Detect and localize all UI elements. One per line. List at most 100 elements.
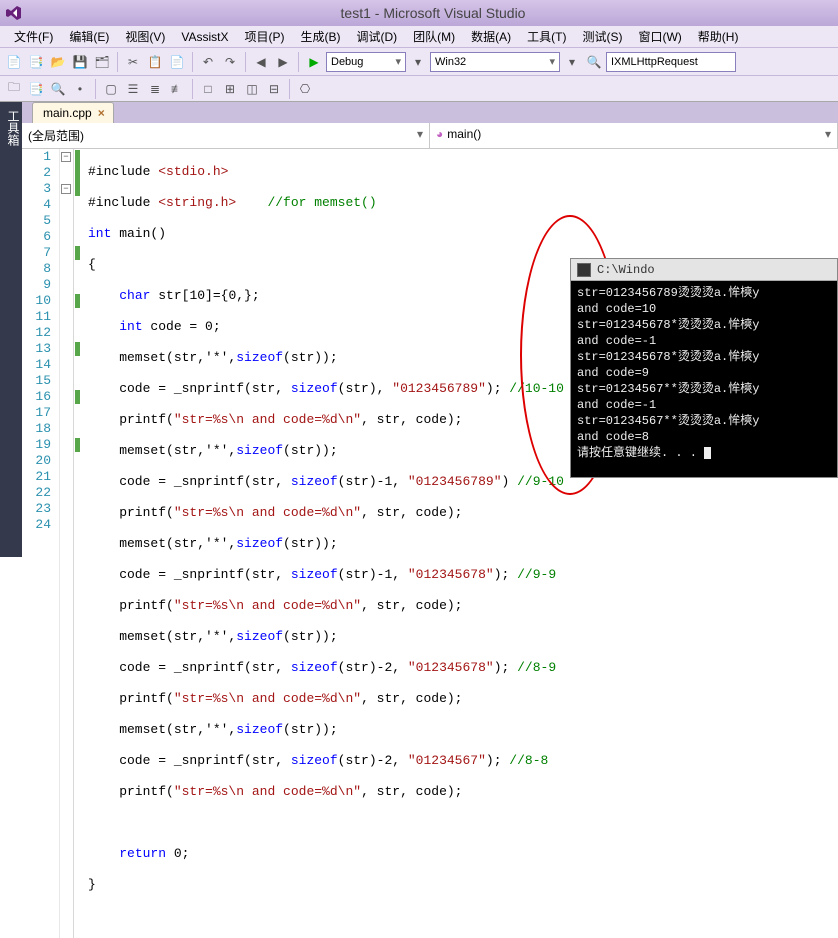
tb2-btn[interactable]: ⊞ [220, 79, 240, 99]
window-title: test1 - Microsoft Visual Studio [28, 5, 838, 21]
console-line: 请按任意键继续. . . [577, 445, 831, 461]
code-text: , str, code); [361, 505, 462, 520]
code-text: <stdio.h> [158, 164, 228, 179]
code-text: #include [88, 164, 158, 179]
config-combo[interactable]: Debug [326, 52, 406, 72]
menu-window[interactable]: 窗口(W) [630, 26, 689, 47]
code-text: (str)); [283, 629, 338, 644]
cut-button[interactable]: ✂ [123, 52, 143, 72]
tb2-btn[interactable]: 🗀 [4, 79, 24, 99]
code-text: , str, code); [361, 691, 462, 706]
file-tab-main[interactable]: main.cpp × [32, 102, 114, 123]
nav-fwd-button[interactable]: ▶ [273, 52, 293, 72]
fold-column[interactable]: − − [60, 149, 74, 938]
menu-data[interactable]: 数据(A) [463, 26, 519, 47]
code-text: sizeof [291, 660, 338, 675]
add-item-button[interactable]: 📑 [26, 52, 46, 72]
code-text: //10-10 [502, 381, 564, 396]
separator [298, 52, 299, 72]
line-number: 19 [22, 437, 51, 453]
code-text: { [88, 257, 96, 272]
code-text: (str)-1, [338, 474, 408, 489]
line-number: 10 [22, 293, 51, 309]
code-text: , str, code); [361, 412, 462, 427]
menu-view[interactable]: 视图(V) [117, 26, 173, 47]
scope-right-combo[interactable]: ◕main() [430, 123, 838, 148]
quick-find-input[interactable]: IXMLHttpRequest [606, 52, 736, 72]
code-text: "0123456789" [392, 381, 486, 396]
tb2-btn[interactable]: ◫ [242, 79, 262, 99]
change-mark [75, 294, 80, 308]
code-text: sizeof [291, 753, 338, 768]
tb2-btn[interactable]: 📑 [26, 79, 46, 99]
copy-button[interactable]: 📋 [145, 52, 165, 72]
line-number: 12 [22, 325, 51, 341]
menu-help[interactable]: 帮助(H) [690, 26, 747, 47]
method-icon: ◕ [436, 127, 443, 141]
tb2-btn[interactable]: □ [198, 79, 218, 99]
tb2-btn[interactable]: ▢ [101, 79, 121, 99]
code-text: (str)); [283, 536, 338, 551]
new-project-button[interactable]: 📄 [4, 52, 24, 72]
scope-left-label: (全局范围) [28, 129, 84, 143]
find-button[interactable]: 🔍 [584, 52, 604, 72]
window-titlebar: test1 - Microsoft Visual Studio [0, 0, 838, 26]
code-text: 0; [166, 846, 189, 861]
scope-left-combo[interactable]: (全局范围) [22, 123, 430, 148]
menu-test[interactable]: 测试(S) [574, 26, 630, 47]
menu-build[interactable]: 生成(B) [292, 26, 348, 47]
dropdown-icon: ▾ [562, 52, 582, 72]
menu-file[interactable]: 文件(F) [6, 26, 61, 47]
line-number: 21 [22, 469, 51, 485]
tb2-btn[interactable]: ⎔ [295, 79, 315, 99]
menu-debug[interactable]: 调试(D) [348, 26, 405, 47]
menu-team[interactable]: 团队(M) [405, 26, 463, 47]
tb2-btn[interactable]: ☰ [123, 79, 143, 99]
code-text: "str=%s\n and code=%d\n" [174, 505, 361, 520]
start-debug-button[interactable]: ▶ [304, 52, 324, 72]
vs-logo-icon [6, 5, 22, 21]
dropdown-icon: ▾ [408, 52, 428, 72]
menu-edit[interactable]: 编辑(E) [61, 26, 117, 47]
menu-vassistx[interactable]: VAssistX [173, 28, 236, 46]
close-tab-icon[interactable]: × [98, 106, 105, 120]
paste-button[interactable]: 📄 [167, 52, 187, 72]
console-titlebar[interactable]: C:\Windo [571, 259, 837, 281]
change-mark-column [74, 149, 82, 938]
undo-button[interactable]: ↶ [198, 52, 218, 72]
code-text: printf( [88, 505, 174, 520]
open-button[interactable]: 📂 [48, 52, 68, 72]
scope-bar: (全局范围) ◕main() [22, 123, 838, 149]
fold-toggle-icon[interactable]: − [61, 152, 71, 162]
line-number: 9 [22, 277, 51, 293]
tb2-btn[interactable]: 🔍 [48, 79, 68, 99]
console-window[interactable]: C:\Windo str=0123456789烫烫烫a.恈樉y and code… [570, 258, 838, 478]
code-text: memset(str,'*', [88, 722, 236, 737]
change-mark [75, 438, 80, 452]
redo-button[interactable]: ↷ [220, 52, 240, 72]
code-text: (str)-2, [338, 660, 408, 675]
line-number: 23 [22, 501, 51, 517]
console-line: and code=-1 [577, 397, 831, 413]
console-line: and code=-1 [577, 333, 831, 349]
tb2-btn[interactable]: ⊟ [264, 79, 284, 99]
code-text: , str, code); [361, 784, 462, 799]
tb2-btn[interactable]: • [70, 79, 90, 99]
menu-tools[interactable]: 工具(T) [519, 26, 574, 47]
platform-combo[interactable]: Win32 [430, 52, 560, 72]
code-text: sizeof [236, 350, 283, 365]
code-text: #include [88, 195, 158, 210]
code-text: return [119, 846, 166, 861]
sidebar-toolbox[interactable]: 工具箱 [0, 102, 22, 557]
code-text: //9-9 [509, 567, 556, 582]
save-button[interactable]: 💾 [70, 52, 90, 72]
cmd-icon [577, 263, 591, 277]
save-all-button[interactable]: 🗂 [92, 52, 112, 72]
code-text: char [119, 288, 150, 303]
menu-project[interactable]: 项目(P) [236, 26, 292, 47]
code-text: sizeof [291, 567, 338, 582]
fold-toggle-icon[interactable]: − [61, 184, 71, 194]
tb2-btn[interactable]: ≣ [145, 79, 165, 99]
nav-back-button[interactable]: ◀ [251, 52, 271, 72]
tb2-btn[interactable]: ≢ [167, 79, 187, 99]
